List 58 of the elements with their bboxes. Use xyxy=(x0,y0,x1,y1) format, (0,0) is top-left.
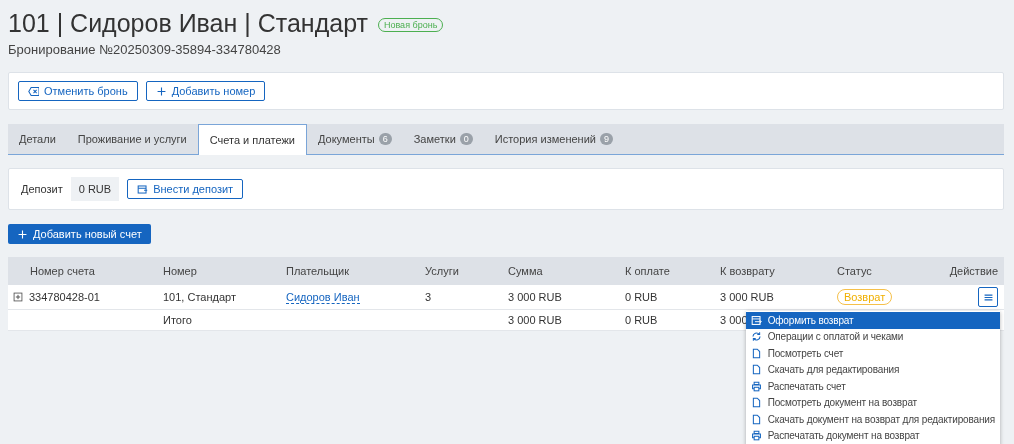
add-room-button[interactable]: Добавить номер xyxy=(145,81,266,101)
table-cell: 101, Стандарт xyxy=(163,291,236,303)
table-cell: 3 000 RUB xyxy=(720,291,774,303)
document-icon xyxy=(750,397,762,409)
table-cell: 334780428-01 xyxy=(29,291,100,303)
column-header: Услуги xyxy=(417,257,500,285)
tab[interactable]: Документы 6 xyxy=(307,124,403,154)
column-header: Сумма xyxy=(500,257,617,285)
menu-item[interactable]: Распечатать документ на возврат xyxy=(745,427,1000,444)
plus-icon xyxy=(155,85,167,97)
document-icon xyxy=(750,347,762,359)
column-header: Номер счета xyxy=(8,257,155,285)
tab[interactable]: Заметки 0 xyxy=(402,124,484,154)
plus-icon xyxy=(17,228,28,240)
column-header: Плательщик xyxy=(278,257,417,285)
column-header: Статус xyxy=(829,257,900,285)
menu-icon xyxy=(982,291,994,303)
count-badge: 6 xyxy=(378,133,392,145)
column-header: Действие xyxy=(900,257,1004,285)
wallet-icon xyxy=(137,183,149,195)
deposit-button[interactable]: Внести депозит xyxy=(127,179,244,199)
backspace-icon xyxy=(28,85,39,97)
page-title: 101 | Сидоров Иван | Стандарт xyxy=(8,10,368,36)
actions-menu-button[interactable] xyxy=(978,287,998,307)
table-cell: 0 RUB xyxy=(625,314,658,326)
column-header: К оплате xyxy=(617,257,712,285)
table-cell: 3 000 RUB xyxy=(508,291,562,303)
count-badge: 9 xyxy=(599,133,613,145)
table-cell: 3 xyxy=(425,291,432,303)
document-icon xyxy=(750,413,762,425)
refresh-icon xyxy=(750,331,762,343)
tab[interactable]: Проживание и услуги xyxy=(66,124,198,154)
menu-item[interactable]: Операции с оплатой и чеками xyxy=(745,328,1000,345)
total-label: Итого xyxy=(163,314,192,326)
menu-item[interactable]: Оформить возврат xyxy=(745,312,1000,329)
deposit-label: Депозит xyxy=(21,183,63,195)
deposit-value: 0 RUB xyxy=(70,177,120,201)
menu-item[interactable]: Посмотреть счет xyxy=(745,345,1000,362)
document-icon xyxy=(750,364,762,376)
add-invoice-button[interactable]: Добавить новый счет xyxy=(8,224,151,244)
invoice-icon xyxy=(750,314,762,326)
column-header: К возврату xyxy=(712,257,829,285)
menu-item[interactable]: Распечатать счет xyxy=(745,378,1000,395)
expand-icon[interactable] xyxy=(13,292,23,302)
column-header: Номер xyxy=(155,257,278,285)
printer-icon xyxy=(750,380,762,392)
tab[interactable]: История изменений 9 xyxy=(483,124,624,154)
menu-item[interactable]: Посмотреть документ на возврат xyxy=(745,394,1000,411)
booking-number: Бронирование №20250309-35894-334780428 xyxy=(8,42,282,57)
menu-item[interactable]: Скачать для редактирования xyxy=(745,361,1000,378)
tab[interactable]: Счета и платежи xyxy=(197,124,307,155)
table-cell: 3 000 RUB xyxy=(508,314,562,326)
tab[interactable]: Детали xyxy=(8,124,67,154)
cancel-booking-button[interactable]: Отменить бронь xyxy=(18,81,138,101)
menu-item[interactable]: Скачать документ на возврат для редактирования xyxy=(745,411,1000,428)
table-cell: 0 RUB xyxy=(625,291,658,303)
count-badge: 0 xyxy=(459,133,473,145)
payer-link[interactable]: Сидоров Иван xyxy=(286,290,360,304)
